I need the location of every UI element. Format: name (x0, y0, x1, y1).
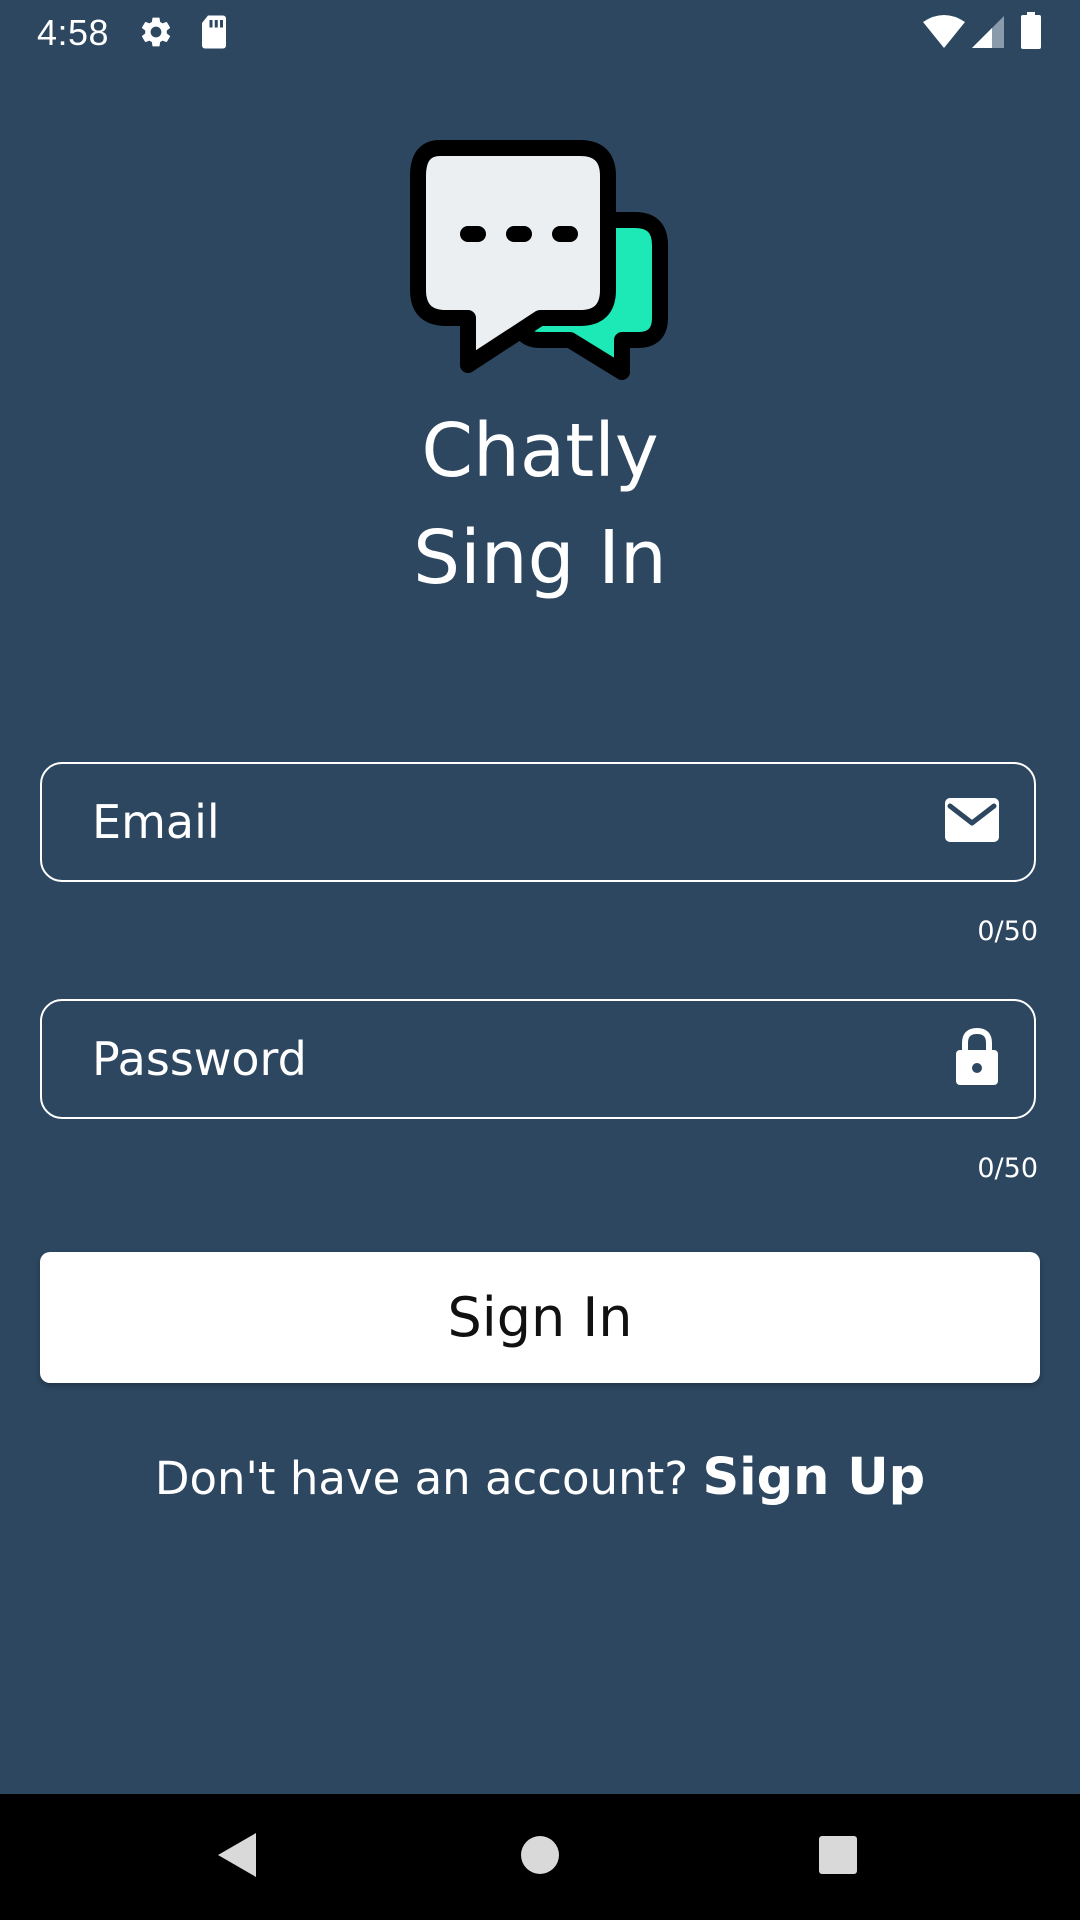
navigation-bar (0, 1794, 1080, 1920)
status-bar: 4:58 (0, 0, 1080, 63)
lock-icon (954, 1027, 1000, 1090)
envelope-icon (944, 797, 1000, 847)
password-input[interactable] (92, 1001, 912, 1117)
battery-icon (1020, 12, 1042, 54)
page-title: Sing In (413, 515, 667, 601)
email-input[interactable] (92, 764, 912, 880)
email-field[interactable] (40, 762, 1036, 882)
sign-up-link[interactable]: Sign Up (702, 1448, 925, 1507)
sd-card-icon (198, 14, 230, 54)
wifi-icon (922, 14, 966, 54)
status-time: 4:58 (37, 12, 110, 53)
signup-prompt: Don't have an account? (154, 1452, 689, 1505)
app-title: Chatly (421, 408, 659, 494)
gear-icon (138, 14, 174, 54)
chat-bubbles-logo (410, 140, 670, 385)
password-field[interactable] (40, 999, 1036, 1119)
signal-icon (970, 14, 1004, 54)
home-icon[interactable] (520, 1835, 560, 1879)
recents-icon[interactable] (818, 1835, 858, 1879)
sign-in-button[interactable]: Sign In (40, 1252, 1040, 1383)
email-char-counter: 0/50 (977, 916, 1038, 947)
password-char-counter: 0/50 (977, 1153, 1038, 1184)
back-icon[interactable] (216, 1831, 260, 1883)
signup-row: Don't have an account? Sign Up (0, 1448, 1080, 1507)
